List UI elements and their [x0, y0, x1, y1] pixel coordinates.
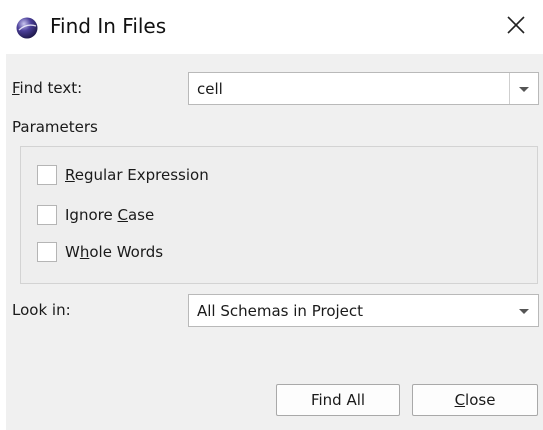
app-sphere-icon [16, 17, 38, 39]
find-text-dropdown-button[interactable] [509, 73, 538, 104]
chevron-down-icon [519, 86, 529, 92]
look-in-value: All Schemas in Project [197, 301, 364, 320]
title-bar: Find In Files [0, 0, 543, 54]
regular-expression-label-suffix: egular Expression [74, 165, 209, 184]
whole-words-label-mnemonic: h [79, 242, 90, 261]
find-text-label-mnemonic: F [12, 79, 20, 97]
parameters-group: Regular Expression Ignore Case Whole Wor… [20, 146, 538, 284]
ignore-case-label: Ignore Case [65, 206, 154, 224]
ignore-case-checkbox[interactable] [37, 204, 57, 225]
ignore-case-label-prefix: Ignore [65, 205, 118, 224]
close-icon[interactable] [503, 12, 529, 38]
look-in-select[interactable]: All Schemas in Project [188, 294, 539, 327]
look-in-label: Look in: [12, 301, 71, 319]
look-in-dropdown-button[interactable] [510, 295, 538, 326]
dialog-body: Find text: cell Parameters Regular Expre… [6, 54, 543, 430]
whole-words-label-suffix: ole Words [89, 242, 164, 261]
whole-words-option[interactable]: Whole Words [37, 241, 163, 263]
regular-expression-label-mnemonic: R [65, 165, 75, 184]
chevron-down-icon [519, 308, 529, 314]
regular-expression-option[interactable]: Regular Expression [37, 164, 209, 186]
ignore-case-option[interactable]: Ignore Case [37, 204, 154, 226]
close-button-label-rest: lose [465, 391, 496, 409]
find-all-button[interactable]: Find All [276, 384, 400, 416]
window-title: Find In Files [50, 14, 167, 38]
regular-expression-checkbox[interactable] [37, 164, 57, 185]
close-button[interactable]: Close [412, 384, 538, 416]
ignore-case-label-suffix: ase [127, 205, 155, 224]
find-text-label-rest: ind text: [19, 79, 83, 97]
ignore-case-label-mnemonic: C [117, 205, 128, 224]
find-text-input[interactable]: cell [197, 80, 223, 98]
find-text-label: Find text: [12, 79, 82, 97]
whole-words-checkbox[interactable] [37, 241, 57, 262]
find-text-combobox[interactable]: cell [188, 72, 539, 105]
whole-words-label-prefix: W [65, 242, 80, 261]
parameters-title: Parameters [12, 118, 98, 136]
close-button-mnemonic: C [454, 391, 466, 409]
regular-expression-label: Regular Expression [65, 166, 209, 184]
whole-words-label: Whole Words [65, 243, 163, 261]
